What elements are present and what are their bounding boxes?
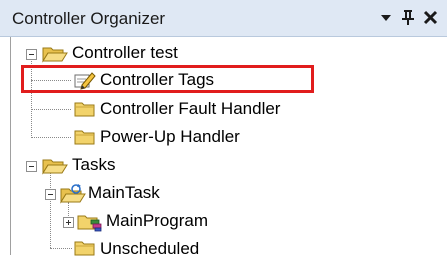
folder-icon [74,102,95,117]
dropdown-button[interactable] [376,6,396,28]
tree-node-unscheduled[interactable]: Unscheduled [0,236,447,262]
selection-highlight [21,65,314,93]
pin-icon [402,10,414,25]
folder-open-icon [42,47,68,63]
tree-node-label: MainProgram [106,211,209,230]
tree-node-label: Power-Up Handler [100,127,240,146]
chevron-down-icon [381,15,391,21]
close-button[interactable] [421,6,441,28]
pin-button[interactable] [398,6,418,28]
tree-node-label: Unscheduled [100,239,200,258]
folder-open-icon [42,159,68,175]
tree-node-tasks[interactable]: Tasks [0,152,447,178]
tree-node-label: Controller Fault Handler [100,99,281,118]
tree-node-label: Controller test [72,43,178,62]
collapse-toggle[interactable] [26,161,37,172]
expand-toggle[interactable] [63,217,74,228]
folder-icon [74,130,95,145]
folder-icon [74,241,95,256]
program-folder-icon [77,215,102,232]
tree-node-main-program[interactable]: MainProgram [0,208,447,234]
tree-node-label: MainTask [88,183,160,202]
tree-node-fault-handler[interactable]: Controller Fault Handler [0,96,447,122]
collapse-toggle[interactable] [26,49,37,60]
panel-titlebar: Controller Organizer [0,0,447,37]
collapse-toggle[interactable] [45,189,56,200]
tree-node-label: Tasks [72,155,116,174]
tree-node-controller[interactable]: Controller test [0,40,447,66]
panel-title: Controller Organizer [12,9,166,28]
close-icon [423,10,438,25]
task-cycle-icon [60,184,86,204]
tree-node-powerup-handler[interactable]: Power-Up Handler [0,124,447,150]
tree-node-main-task[interactable]: MainTask [0,180,447,206]
